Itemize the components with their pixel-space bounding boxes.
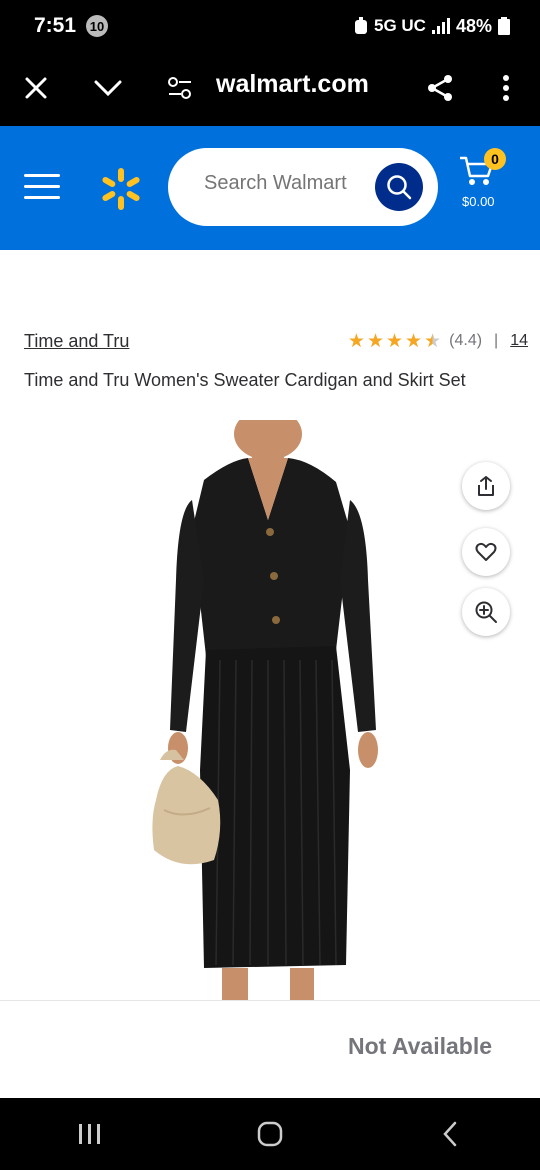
close-icon[interactable] xyxy=(14,66,58,110)
recents-icon[interactable] xyxy=(60,1114,120,1154)
star-icon: ★ xyxy=(347,330,365,352)
notification-count-badge: 10 xyxy=(86,15,109,37)
rating-separator: | xyxy=(494,332,499,349)
cart-count-badge: 0 xyxy=(484,148,506,170)
availability-status: Not Available xyxy=(348,1033,492,1059)
home-icon[interactable] xyxy=(240,1114,300,1154)
status-time: 7:51 xyxy=(34,14,77,37)
cart-total: $0.00 xyxy=(462,194,495,209)
menu-icon[interactable] xyxy=(24,174,60,202)
star-icon: ★ xyxy=(405,330,423,352)
zoom-in-icon xyxy=(475,601,497,623)
network-type: 5G UC xyxy=(374,16,426,35)
cart-button[interactable]: 0 $0.00 xyxy=(456,148,516,218)
status-bar: 7:51 10 5G UC 48% xyxy=(0,0,540,52)
share-product-button[interactable] xyxy=(462,462,510,510)
battery-icon xyxy=(498,17,510,35)
status-indicators: 5G UC 48% xyxy=(354,16,510,37)
zoom-button[interactable] xyxy=(462,588,510,636)
availability-bar: Not Available xyxy=(0,1000,540,1098)
signal-icon xyxy=(431,18,450,34)
share-icon xyxy=(478,476,494,496)
search-bar xyxy=(168,148,438,226)
chevron-down-icon[interactable] xyxy=(86,66,130,110)
walmart-header: 0 $0.00 xyxy=(0,126,540,250)
favorite-button[interactable] xyxy=(462,528,510,576)
star-half-icon: ★ xyxy=(424,330,442,352)
more-vert-icon[interactable] xyxy=(484,66,528,110)
rating-value: (4.4) xyxy=(449,332,483,349)
rating[interactable]: ★ ★ ★ ★ ★ (4.4) | 14 xyxy=(348,332,528,351)
walmart-spark-logo[interactable] xyxy=(98,166,144,212)
star-icon: ★ xyxy=(366,330,384,352)
share-icon[interactable] xyxy=(418,66,462,110)
url-text[interactable]: walmart.com xyxy=(216,70,369,99)
search-icon xyxy=(387,175,412,200)
brand-link[interactable]: Time and Tru xyxy=(24,331,129,352)
back-icon[interactable] xyxy=(420,1114,480,1154)
product-image[interactable] xyxy=(140,408,400,1000)
search-button[interactable] xyxy=(375,163,423,211)
browser-toolbar: walmart.com xyxy=(0,52,540,126)
tune-icon[interactable] xyxy=(158,66,202,110)
star-icon: ★ xyxy=(386,330,404,352)
system-nav-bar xyxy=(0,1098,540,1170)
review-count-link[interactable]: 14 xyxy=(510,332,528,350)
product-title: Time and Tru Women's Sweater Cardigan an… xyxy=(24,370,466,390)
brand-rating-row: Time and Tru ★ ★ ★ ★ ★ (4.4) | 14 xyxy=(24,326,528,356)
alarm-icon xyxy=(355,17,367,34)
battery-level: 48% xyxy=(455,15,492,36)
heart-icon xyxy=(475,542,497,561)
search-input[interactable] xyxy=(204,172,374,195)
